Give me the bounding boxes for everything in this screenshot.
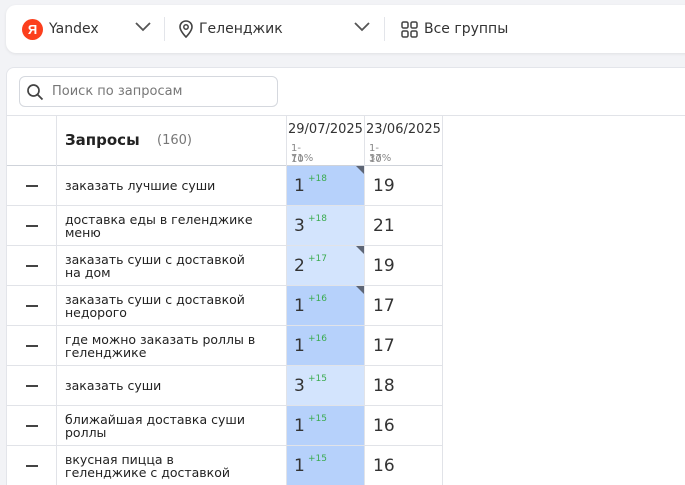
position-value: 17: [373, 336, 395, 356]
queries-panel: Запросы (160) 29/07/2025 1-10 71% 23/06/…: [6, 67, 685, 485]
grid-line: [7, 445, 443, 446]
position-value: 19: [373, 176, 395, 196]
position-value: 1: [294, 176, 305, 196]
position-change: +16: [308, 294, 327, 304]
position-value: 16: [373, 456, 395, 476]
position-cell-current[interactable]: 1 +15: [287, 406, 364, 446]
position-value: 17: [373, 296, 395, 316]
grid-line: [7, 205, 443, 206]
search-engine-select[interactable]: Я Yandex: [22, 5, 99, 53]
row-toggle-icon[interactable]: [26, 225, 38, 227]
divider: [164, 17, 165, 41]
row-toggle-icon[interactable]: [26, 465, 38, 467]
row-toggle-icon[interactable]: [26, 425, 38, 427]
corner-marker-icon: [356, 166, 364, 174]
position-change: +18: [308, 174, 327, 184]
position-cell-current[interactable]: 3 +18: [287, 206, 364, 246]
divider: [384, 17, 385, 41]
groups-select[interactable]: Все группы: [401, 5, 508, 53]
grid-line: [56, 115, 57, 485]
location-pin-icon: [179, 20, 193, 38]
query-text: доставка еды в геленджике меню: [65, 212, 253, 240]
corner-marker-icon: [356, 286, 364, 294]
query-text: заказать суши с доставкой на дом: [65, 252, 245, 280]
grid-line: [7, 405, 443, 406]
position-cell-current[interactable]: 1 +16: [287, 286, 364, 326]
search-icon: [27, 83, 44, 100]
row-toggle-icon[interactable]: [26, 265, 38, 267]
query-text: заказать лучшие суши: [65, 178, 216, 193]
table-row[interactable]: заказать лучшие суши 1 +18 19: [7, 166, 447, 206]
grid-line: [7, 285, 443, 286]
query-text: ближайшая доставка суши роллы: [65, 412, 245, 440]
position-cell-current[interactable]: 1 +15: [287, 446, 364, 485]
row-toggle-icon[interactable]: [26, 345, 38, 347]
chevron-down-icon[interactable]: [354, 22, 370, 32]
row-toggle-icon[interactable]: [26, 305, 38, 307]
grid-line: [7, 115, 685, 116]
position-value: 1: [294, 296, 305, 316]
position-cell-current[interactable]: 2 +17: [287, 246, 364, 286]
position-change: +15: [308, 374, 327, 384]
search-box[interactable]: [19, 76, 278, 107]
grid-line: [7, 325, 443, 326]
position-value: 1: [294, 456, 305, 476]
query-text: заказать суши с доставкой недорого: [65, 292, 245, 320]
grid-line: [286, 115, 287, 485]
position-value: 2: [294, 256, 305, 276]
position-cell-current[interactable]: 1 +18: [287, 166, 364, 206]
grid-line: [7, 365, 443, 366]
queries-column-title: Запросы: [65, 131, 140, 149]
position-change: +15: [308, 454, 327, 464]
table-row[interactable]: ближайшая доставка суши роллы 1 +15 16: [7, 406, 447, 446]
query-text: вкусная пицца в геленджике с доставкой: [65, 452, 230, 480]
query-text: где можно заказать роллы в геленджике: [65, 332, 256, 360]
query-text: заказать суши: [65, 378, 162, 393]
corner-marker-icon: [356, 246, 364, 254]
groups-label: Все группы: [424, 21, 509, 37]
position-value: 19: [373, 256, 395, 276]
position-value: 3: [294, 216, 305, 236]
date-percent-label: 71%: [291, 153, 314, 164]
grid-line: [442, 115, 443, 485]
position-change: +16: [308, 334, 327, 344]
table-row[interactable]: заказать суши с доставкой недорого 1 +16 17: [7, 286, 447, 326]
queries-count: (160): [157, 133, 192, 148]
position-cell-current[interactable]: 1 +16: [287, 326, 364, 366]
search-engine-label: Yandex: [49, 21, 99, 37]
table-row[interactable]: вкусная пицца в геленджике с доставкой 1 +1…: [7, 446, 447, 485]
row-toggle-icon[interactable]: [26, 385, 38, 387]
grid-line: [364, 115, 365, 485]
position-change: +15: [308, 414, 327, 424]
chevron-down-icon[interactable]: [135, 22, 151, 32]
table-row[interactable]: доставка еды в геленджике меню 3 +18 21: [7, 206, 447, 246]
filter-bar: Я Yandex Геленджик Все группы: [6, 5, 685, 53]
date-column-header[interactable]: 23/06/2025: [366, 122, 441, 137]
region-label: Геленджик: [199, 21, 283, 37]
region-select[interactable]: Геленджик: [179, 5, 283, 53]
position-value: 18: [373, 376, 395, 396]
grid-line: [7, 165, 443, 166]
position-value: 3: [294, 376, 305, 396]
grid-line: [7, 245, 443, 246]
table-row[interactable]: заказать суши с доставкой на дом 2 +17 19: [7, 246, 447, 286]
yandex-logo-icon: Я: [22, 18, 43, 40]
date-column-header[interactable]: 29/07/2025: [288, 122, 363, 137]
position-value: 1: [294, 416, 305, 436]
table-row[interactable]: заказать суши 3 +15 18: [7, 366, 447, 406]
position-value: 21: [373, 216, 395, 236]
table-row[interactable]: где можно заказать роллы в геленджике 1 +16…: [7, 326, 447, 366]
grid-icon: [401, 20, 418, 38]
position-cell-current[interactable]: 3 +15: [287, 366, 364, 406]
position-change: +18: [308, 214, 327, 224]
position-value: 1: [294, 336, 305, 356]
search-input[interactable]: [52, 84, 262, 99]
position-change: +17: [308, 254, 327, 264]
date-percent-label: 37%: [369, 153, 392, 164]
row-toggle-icon[interactable]: [26, 185, 38, 187]
position-value: 16: [373, 416, 395, 436]
